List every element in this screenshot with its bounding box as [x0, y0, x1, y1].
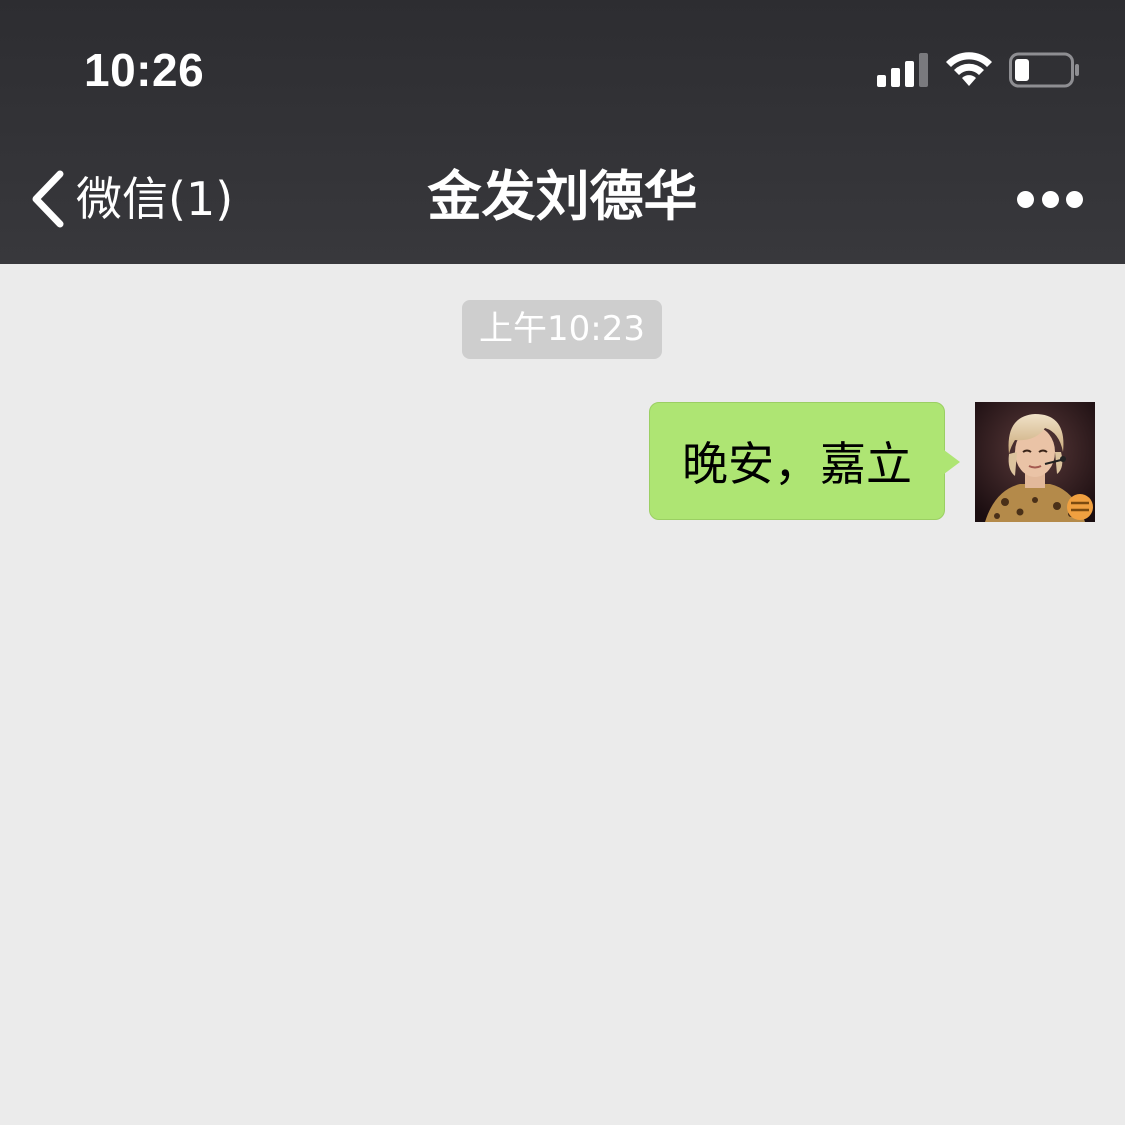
avatar[interactable]	[975, 402, 1095, 522]
status-time: 10:26	[84, 44, 205, 96]
status-icons	[877, 50, 1081, 90]
message-bubble[interactable]: 晚安，嘉立	[649, 402, 960, 520]
message-row: 晚安，嘉立	[649, 402, 1095, 522]
signal-icon	[877, 53, 928, 87]
wifi-icon	[946, 52, 992, 86]
more-icon	[1017, 190, 1034, 208]
header: 10:26 微信(1) 金发刘德华	[0, 0, 1125, 264]
battery-icon	[1009, 52, 1079, 88]
message-timestamp: 上午10:23	[462, 300, 662, 359]
avatar-image	[975, 402, 1095, 522]
more-button[interactable]	[1017, 184, 1083, 214]
chat-screen: 10:26 微信(1) 金发刘德华 上午10:23 晚安，嘉立	[0, 0, 1125, 1125]
chat-title: 金发刘德华	[427, 165, 698, 228]
